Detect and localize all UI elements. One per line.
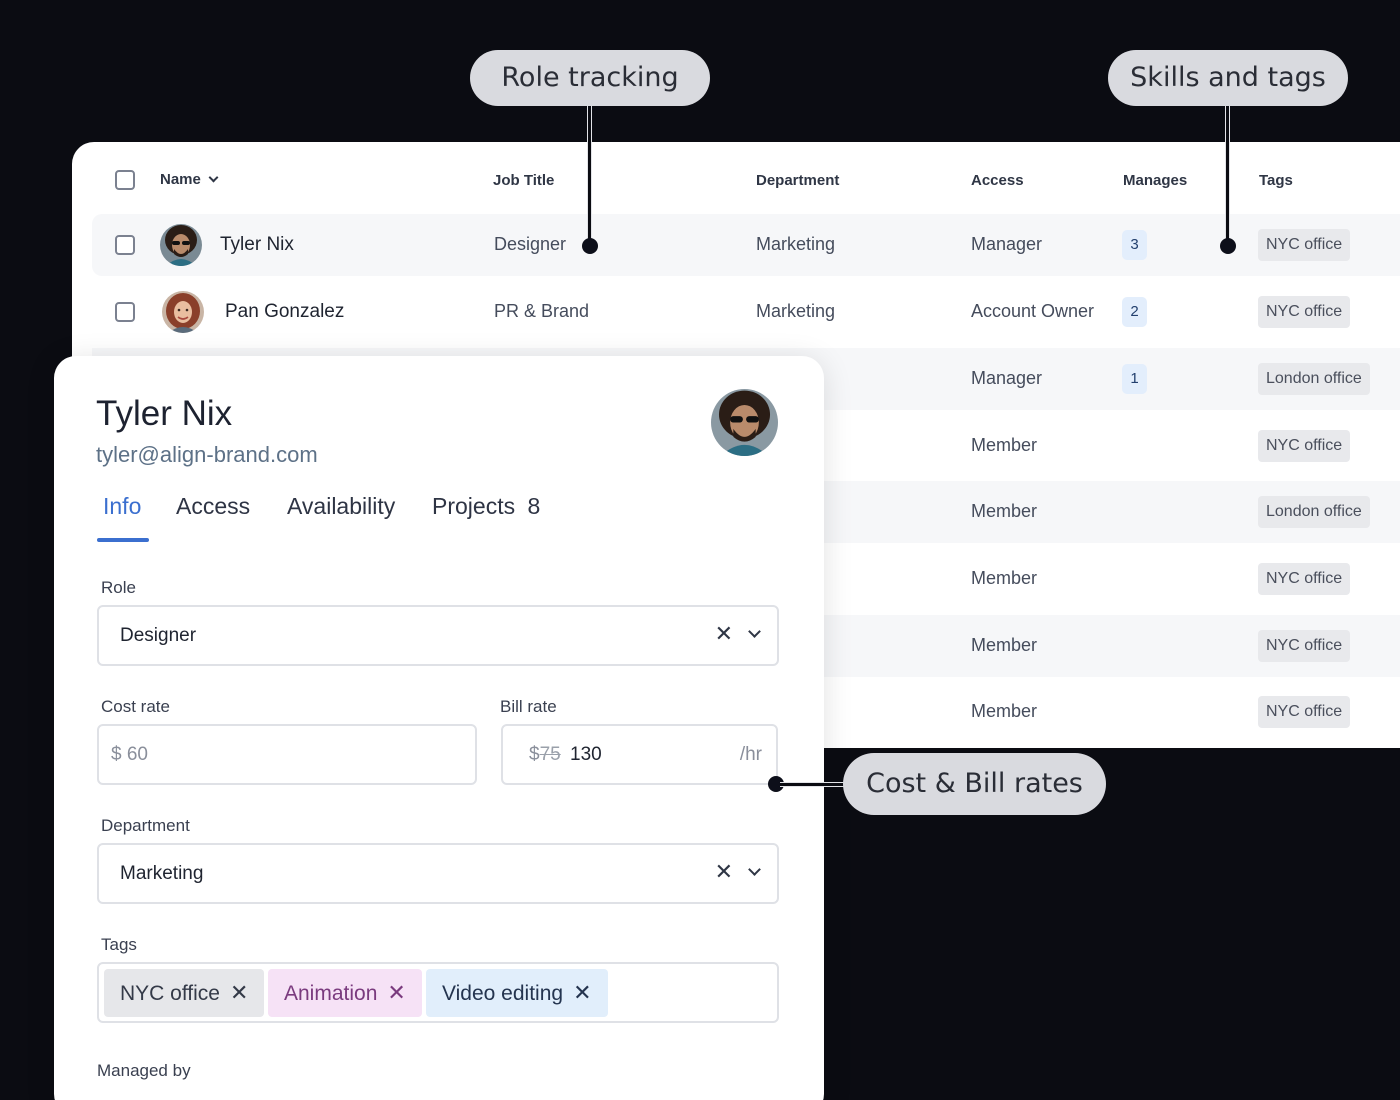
department-select[interactable]: Marketing ✕: [97, 843, 779, 904]
currency-symbol: $: [111, 744, 122, 765]
tab-projects-label: Projects: [432, 493, 516, 519]
callout-connector: [587, 106, 592, 246]
tag-chip-animation: Animation ✕: [268, 969, 422, 1017]
department-value: Marketing: [120, 863, 204, 884]
manages-count-badge[interactable]: 3: [1122, 230, 1147, 260]
role-tracking-callout: Role tracking: [470, 50, 710, 106]
manages-count-badge[interactable]: 1: [1122, 364, 1147, 394]
tab-projects[interactable]: Projects 8: [432, 493, 540, 520]
role-label: Role: [101, 578, 136, 597]
column-access-header[interactable]: Access: [971, 172, 1024, 189]
avatar: [160, 224, 202, 266]
clear-icon[interactable]: ✕: [715, 859, 733, 885]
department-label: Department: [101, 816, 190, 835]
column-tags-header[interactable]: Tags: [1259, 172, 1293, 189]
row-access: Manager: [971, 368, 1043, 388]
remove-tag-icon[interactable]: ✕: [230, 980, 248, 1005]
row-department: Marketing: [756, 234, 836, 254]
tag-chip-label: NYC office: [120, 982, 220, 1005]
callout-connector: [780, 782, 844, 787]
avatar: [162, 291, 204, 333]
bill-rate-amount: 130: [570, 744, 602, 765]
row-access: Account Owner: [971, 301, 1095, 321]
bill-rate-label: Bill rate: [500, 697, 557, 716]
callout-dot: [582, 238, 598, 254]
row-access: Member: [971, 501, 1038, 521]
manages-count-badge[interactable]: 2: [1122, 297, 1147, 327]
row-checkbox[interactable]: [115, 235, 135, 255]
avatar: [711, 389, 778, 456]
table-row[interactable]: Pan Gonzalez PR & Brand Marketing Accoun…: [92, 281, 1400, 343]
role-select[interactable]: Designer ✕: [97, 605, 779, 666]
column-name-header[interactable]: Name: [160, 171, 219, 188]
tag-chip-label: Animation: [284, 982, 378, 1005]
cost-rate-input[interactable]: $ 60: [97, 724, 477, 785]
active-tab-indicator: [97, 538, 149, 542]
row-job-title: PR & Brand: [494, 301, 590, 321]
tag-badge: NYC office: [1258, 630, 1351, 662]
tag-badge: NYC office: [1258, 296, 1351, 328]
row-name[interactable]: Tyler Nix: [220, 234, 294, 256]
cost-rate-value: $ 60: [111, 744, 148, 766]
skills-tags-callout: Skills and tags: [1108, 50, 1348, 106]
tab-access[interactable]: Access: [176, 493, 250, 520]
clear-icon[interactable]: ✕: [715, 621, 733, 647]
tag-badge: London office: [1258, 363, 1370, 395]
chevron-down-icon[interactable]: [748, 863, 761, 876]
tag-chip-video-editing: Video editing ✕: [426, 969, 608, 1017]
tag-chip-nyc-office: NYC office ✕: [104, 969, 265, 1017]
tag-badge: NYC office: [1258, 229, 1351, 261]
table-row[interactable]: Tyler Nix Designer Marketing Manager 3 N…: [92, 214, 1400, 276]
tag-chip-label: Video editing: [442, 982, 564, 1005]
row-job-title: Designer: [494, 234, 567, 254]
person-name: Tyler Nix: [96, 394, 233, 433]
row-access: Member: [971, 635, 1038, 655]
bill-rate-input[interactable]: $75 130 /hr: [501, 724, 778, 785]
column-department-header[interactable]: Department: [756, 172, 839, 189]
tag-badge: NYC office: [1258, 563, 1351, 595]
rate-unit: /hr: [739, 744, 762, 765]
person-email[interactable]: tyler@align-brand.com: [96, 442, 318, 468]
row-access: Member: [971, 701, 1038, 721]
tags-input[interactable]: NYC office ✕ Animation ✕ Video editing ✕: [97, 962, 779, 1023]
tab-info[interactable]: Info: [103, 493, 141, 520]
projects-count: 8: [527, 493, 541, 519]
column-job-title-header[interactable]: Job Title: [493, 172, 554, 189]
row-checkbox[interactable]: [115, 302, 135, 322]
remove-tag-icon[interactable]: ✕: [387, 980, 405, 1005]
callout-connector: [1225, 104, 1230, 246]
bill-rate-value: $75 130: [529, 744, 602, 766]
row-access: Member: [971, 435, 1038, 455]
role-value: Designer: [120, 625, 197, 646]
old-bill-rate: 75: [539, 744, 561, 765]
tags-label: Tags: [101, 935, 137, 954]
currency-symbol: $: [529, 744, 540, 765]
chevron-down-icon[interactable]: [748, 625, 761, 638]
cost-rate-label: Cost rate: [101, 697, 170, 716]
row-access: Member: [971, 568, 1038, 588]
remove-tag-icon[interactable]: ✕: [573, 980, 591, 1005]
row-department: Marketing: [756, 301, 836, 321]
managed-by-label: Managed by: [97, 1061, 191, 1080]
tag-badge: NYC office: [1258, 696, 1351, 728]
table-header: Name Job Title Department Access Manages…: [72, 142, 1400, 214]
tag-badge: NYC office: [1258, 430, 1351, 462]
cost-bill-rates-callout: Cost & Bill rates: [843, 753, 1106, 815]
select-all-checkbox[interactable]: [115, 170, 135, 190]
row-access: Manager: [971, 234, 1043, 254]
tag-badge: London office: [1258, 496, 1370, 528]
person-detail-panel: Tyler Nix tyler@align-brand.com Info Acc…: [54, 356, 824, 1100]
column-manages-header[interactable]: Manages: [1123, 172, 1187, 189]
row-name[interactable]: Pan Gonzalez: [225, 301, 344, 323]
chevron-down-icon: [208, 172, 219, 183]
cost-rate-amount: 60: [126, 744, 148, 765]
callout-dot: [1220, 238, 1236, 254]
tab-availability[interactable]: Availability: [287, 493, 395, 520]
